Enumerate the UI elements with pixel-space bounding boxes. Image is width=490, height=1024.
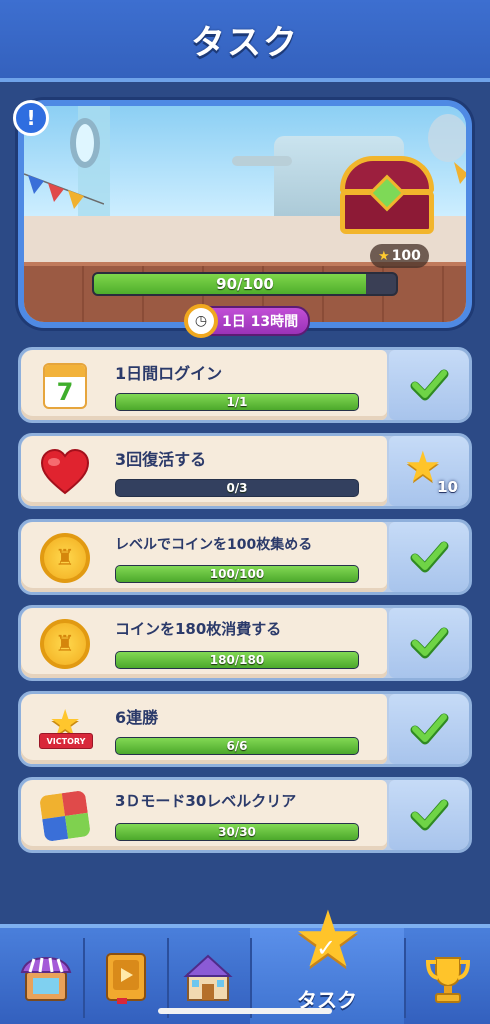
chest-reward-amount: 100 <box>391 248 421 264</box>
checkmark-icon <box>410 541 449 573</box>
task-progress-text: 100/100 <box>209 567 265 581</box>
cube-icon <box>39 790 91 842</box>
task-title: 1日間ログイン <box>115 364 223 383</box>
claim-button[interactable] <box>389 350 469 420</box>
task-row: 7 1日間ログイン 1/1 <box>18 347 472 423</box>
timer-text: 1日 13時間 <box>222 314 299 330</box>
banner-progress-text: 90/100 <box>216 275 274 293</box>
star-check-icon: ✓ <box>316 934 337 962</box>
task-row: ♜ コインを180枚消費する 180/180 <box>18 605 472 681</box>
task-progress-bar: 1/1 <box>115 393 359 411</box>
checkmark-icon <box>410 627 449 659</box>
star-reward-amount: 10 <box>437 478 458 496</box>
claim-button[interactable] <box>389 694 469 764</box>
task-row: ♜ レベルでコインを100枚集める 100/100 <box>18 519 472 595</box>
task-progress-text: 0/3 <box>226 481 248 495</box>
trophy-icon <box>425 957 471 1003</box>
nav-leaderboard[interactable] <box>408 936 488 1020</box>
claim-button[interactable] <box>389 780 469 850</box>
task-progress-bar: 6/6 <box>115 737 359 755</box>
home-indicator <box>158 1008 332 1014</box>
task-card: 3回復活する 0/3 <box>21 436 387 506</box>
task-title: 3回復活する <box>115 450 207 469</box>
task-progress-text: 6/6 <box>226 739 248 753</box>
castle-icon <box>183 954 233 1001</box>
info-alert-icon[interactable]: ! <box>13 100 49 136</box>
banner-progress-bar: 90/100 <box>92 272 398 296</box>
clock-icon: ◷ <box>184 304 218 338</box>
task-row: 3Ｄモード30レベルクリア 30/30 <box>18 777 472 853</box>
task-progress-bar: 0/3 <box>115 479 359 497</box>
victory-icon: ★ VICTORY <box>39 703 93 756</box>
nav-divider <box>83 938 85 1018</box>
task-row: 3回復活する 0/3 ★ 10 <box>18 433 472 509</box>
heart-icon <box>39 446 91 498</box>
shop-icon <box>20 956 72 1001</box>
claim-button[interactable] <box>389 608 469 678</box>
event-timer: ◷ 1日 13時間 <box>184 304 311 338</box>
checkmark-icon <box>410 799 449 831</box>
task-progress-bar: 30/30 <box>115 823 359 841</box>
calendar-icon: 7 <box>39 360 91 412</box>
reward-slot: ★ 10 <box>389 436 469 506</box>
task-card: 3Ｄモード30レベルクリア 30/30 <box>21 780 387 850</box>
nav-divider <box>404 938 406 1018</box>
task-card: ♜ コインを180枚消費する 180/180 <box>21 608 387 678</box>
coin-icon: ♜ <box>39 618 91 670</box>
task-title: 6連勝 <box>115 708 159 727</box>
treasure-chest-icon[interactable] <box>340 156 434 236</box>
task-card: 7 1日間ログイン 1/1 <box>21 350 387 420</box>
checkmark-icon <box>410 713 449 745</box>
task-progress-text: 180/180 <box>209 653 265 667</box>
task-list: 7 1日間ログイン 1/1 3回復活する 0/3 ★ 10 ♜ レベルでコインを… <box>18 347 472 863</box>
star-reward-icon: ★ 10 <box>404 442 458 497</box>
task-progress-bar: 180/180 <box>115 651 359 669</box>
star-icon: ★ <box>378 248 390 264</box>
claim-button[interactable] <box>389 522 469 592</box>
checkmark-icon <box>410 369 449 401</box>
task-card: ★ VICTORY 6連勝 6/6 <box>21 694 387 764</box>
coin-icon: ♜ <box>39 532 91 584</box>
task-card: ♜ レベルでコインを100枚集める 100/100 <box>21 522 387 592</box>
event-banner: ★ 100 90/100 <box>18 100 472 328</box>
task-title: コインを180枚消費する <box>115 620 282 638</box>
book-icon <box>106 953 146 1004</box>
page-title: タスク <box>191 22 299 63</box>
porthole-icon <box>70 118 100 168</box>
nav-shop[interactable] <box>6 936 86 1020</box>
task-title: 3Ｄモード30レベルクリア <box>115 792 297 810</box>
nav-book[interactable] <box>86 936 166 1020</box>
bunting-flags-icon <box>24 173 104 209</box>
chest-reward-badge: ★ 100 <box>370 244 429 268</box>
task-title: レベルでコインを100枚集める <box>115 537 313 553</box>
pipe <box>232 156 292 166</box>
task-row: ★ VICTORY 6連勝 6/6 <box>18 691 472 767</box>
task-progress-text: 30/30 <box>218 825 256 839</box>
task-progress-text: 1/1 <box>226 395 248 409</box>
header: タスク <box>0 0 490 82</box>
task-progress-bar: 100/100 <box>115 565 359 583</box>
